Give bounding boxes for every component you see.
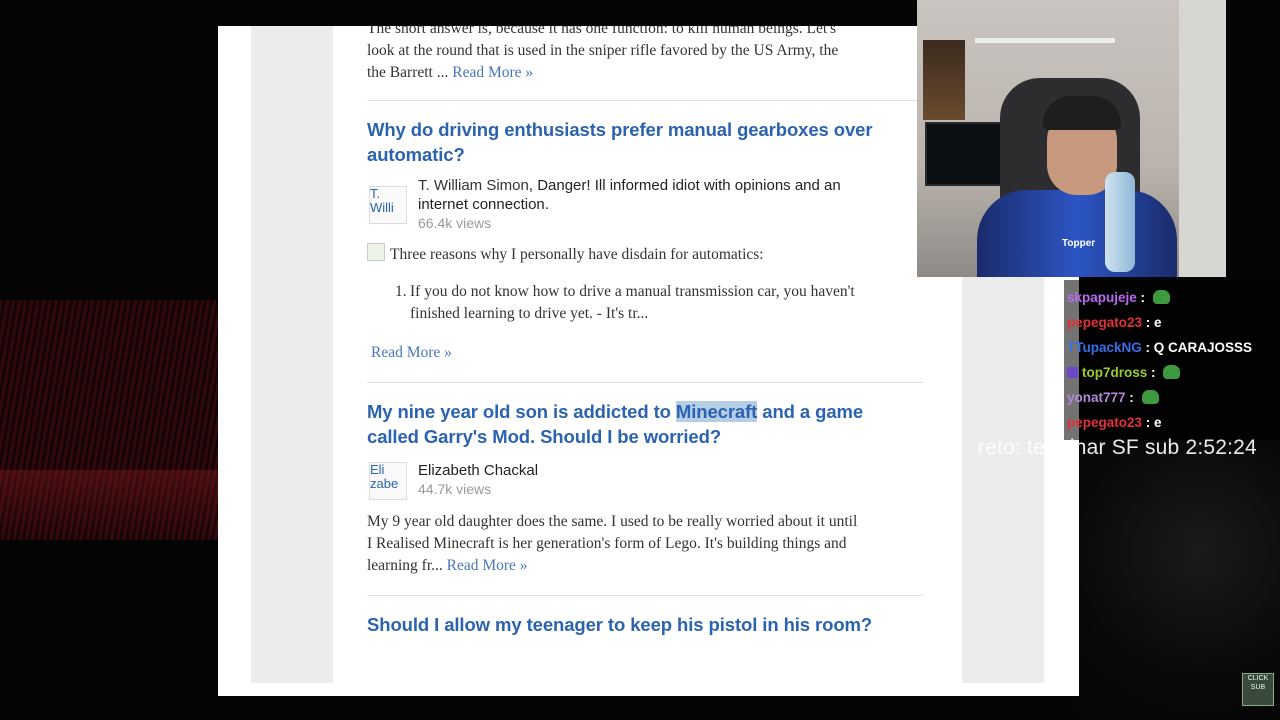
- chat-message: skpapujeje :: [1067, 290, 1170, 305]
- stream-goal-text: reto: terminar SF sub 2:52:24: [978, 436, 1257, 459]
- background-red-glow: [0, 470, 230, 540]
- question-title-line: called Garry's Mod. Should I be worried?: [367, 426, 722, 447]
- chat-message: TTupackNG : Q CARAJOSSS: [1067, 340, 1253, 355]
- answer-text: Three reasons why I personally have disd…: [390, 246, 764, 263]
- question-title-part: and a game: [757, 401, 864, 422]
- streamer-cap: [1043, 96, 1121, 130]
- answer-text: My 9 year old daughter does the same. I …: [367, 513, 858, 530]
- view-count: 44.7k views: [418, 481, 492, 497]
- read-more-link[interactable]: Read More »: [447, 557, 528, 574]
- prev-excerpt-line: look at the round that is used in the sn…: [367, 42, 839, 59]
- author-avatar[interactable]: Eli zabe: [369, 462, 407, 500]
- avatar-alt-text: T.: [370, 186, 381, 201]
- streamer-shirt: [977, 190, 1177, 277]
- list-number: 1.: [395, 283, 407, 300]
- prev-excerpt-line: The short answer is, because it has one …: [367, 26, 836, 37]
- question-title-part: My nine year old son is addicted to: [367, 401, 676, 422]
- answer-text: learning fr...: [367, 557, 443, 574]
- read-more-link[interactable]: Read More »: [452, 64, 533, 81]
- question-title-line: Why do driving enthusiasts prefer manual…: [367, 119, 873, 140]
- shirt-brand: Topper: [1062, 238, 1096, 249]
- chat-username: skpapujeje: [1067, 290, 1137, 305]
- answer-text: If you do not know how to drive a manual…: [410, 283, 855, 300]
- question-title-link[interactable]: Why do driving enthusiasts prefer manual…: [367, 117, 927, 167]
- shelf: [975, 38, 1115, 43]
- question-title-line: automatic?: [367, 144, 465, 165]
- divider: [367, 100, 923, 101]
- search-highlight: Minecraft: [675, 401, 758, 422]
- chat-username: yonat777: [1067, 390, 1126, 405]
- answer-text: I Realised Minecraft is her generation's…: [367, 535, 847, 552]
- page-gutter-left: [251, 26, 333, 683]
- chat-text: e: [1154, 315, 1162, 330]
- author-info: Elizabeth Chackal 44.7k views: [418, 461, 538, 499]
- chat-username: pepegato23: [1067, 415, 1143, 430]
- frog-emote-icon: [1163, 365, 1181, 379]
- answer-text: finished learning to drive yet. - It's t…: [410, 305, 649, 322]
- question-title-link[interactable]: My nine year old son is addicted to Mine…: [367, 399, 927, 449]
- question-title-link[interactable]: Should I allow my teenager to keep his p…: [367, 612, 872, 637]
- author-avatar[interactable]: T. Willi: [369, 186, 407, 224]
- webcam-feed: Topper: [917, 0, 1226, 277]
- answer-intro: Three reasons why I personally have disd…: [367, 243, 764, 266]
- author-name[interactable]: Elizabeth Chackal: [418, 461, 538, 480]
- chat-text: e: [1154, 415, 1162, 430]
- avatar-alt-text: zabe: [370, 476, 399, 491]
- author-bio: internet connection.: [418, 196, 549, 213]
- avatar-alt-text: Willi: [370, 200, 394, 215]
- author-name[interactable]: T. William Simon: [418, 177, 529, 194]
- chat-username: pepegato23: [1067, 315, 1143, 330]
- view-count: 66.4k views: [418, 215, 492, 231]
- answer-excerpt: My 9 year old daughter does the same. I …: [367, 511, 927, 577]
- chat-username: TTupackNG: [1067, 340, 1142, 355]
- sub-badge-icon: [1067, 367, 1078, 378]
- chat-text: Q CARAJOSSS: [1153, 340, 1253, 355]
- water-bottle: [1105, 172, 1135, 272]
- chat-overlay: skpapujeje : pepegato23 : e TTupackNG : …: [1064, 280, 1280, 440]
- chat-message: top7dross :: [1067, 365, 1181, 380]
- door: [1179, 0, 1226, 277]
- broken-image-icon: [367, 243, 385, 261]
- wall-poster: [923, 40, 965, 120]
- prev-answer-excerpt: The short answer is, because it has one …: [367, 26, 927, 84]
- prev-excerpt-line: the Barrett ...: [367, 64, 449, 81]
- answer-list-item: 1. If you do not know how to drive a man…: [395, 281, 935, 325]
- divider: [367, 595, 923, 596]
- chat-username: top7dross: [1082, 365, 1148, 380]
- chat-message: pepegato23 : e: [1067, 315, 1162, 330]
- chat-message: pepegato23 : e: [1067, 415, 1162, 430]
- author-info: T. William Simon, Danger! Ill informed i…: [418, 176, 918, 233]
- frog-emote-icon: [1141, 390, 1159, 404]
- read-more-link[interactable]: Read More »: [371, 342, 452, 364]
- frog-emote-icon: [1152, 290, 1170, 304]
- chat-message: yonat777 :: [1067, 390, 1159, 405]
- avatar-alt-text: Eli: [370, 462, 385, 477]
- click-sub-badge[interactable]: CLICK SUB: [1242, 673, 1274, 706]
- author-bio: , Danger! Ill informed idiot with opinio…: [528, 177, 841, 194]
- divider: [367, 382, 923, 383]
